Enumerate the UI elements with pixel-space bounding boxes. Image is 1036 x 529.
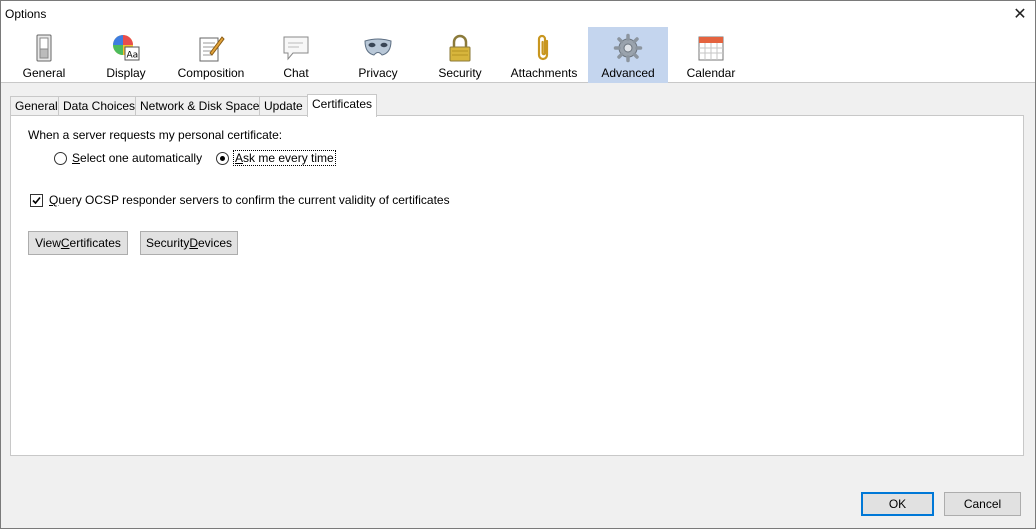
pane-label: Advanced: [601, 66, 655, 80]
close-button[interactable]: ✕: [1005, 1, 1035, 27]
radio-ask-every-time-label[interactable]: Ask me every time: [233, 150, 336, 166]
padlock-icon: [449, 34, 471, 62]
display-palette-icon: Aa: [113, 35, 140, 61]
calendar-icon: [698, 36, 724, 61]
close-icon: ✕: [1013, 6, 1027, 23]
security-devices-button[interactable]: Security Devices: [140, 231, 238, 255]
preferences-toolbar: General Aa Display Composition Chat Priv…: [1, 27, 1035, 83]
gear-icon: [613, 33, 643, 63]
tab-general[interactable]: General: [10, 96, 63, 116]
pane-security[interactable]: Security: [425, 27, 495, 83]
pane-display[interactable]: Aa Display: [91, 27, 161, 83]
window-title: Options: [5, 7, 47, 21]
pane-label: Chat: [283, 66, 309, 80]
tab-network-disk-space[interactable]: Network & Disk Space: [135, 96, 265, 116]
radio-select-automatically[interactable]: [54, 152, 67, 165]
pane-label: Calendar: [686, 66, 736, 80]
pane-label: Security: [438, 66, 482, 80]
view-certificates-button[interactable]: View Certificates: [28, 231, 128, 255]
privacy-mask-icon: [364, 38, 392, 56]
pane-label: Display: [106, 66, 146, 80]
pane-label: Privacy: [358, 66, 398, 80]
certificates-panel: When a server requests my personal certi…: [10, 115, 1024, 456]
title-bar: Options ✕: [1, 1, 1035, 27]
paperclip-icon: [537, 34, 549, 61]
pane-composition[interactable]: Composition: [173, 27, 249, 83]
pane-advanced[interactable]: Advanced: [588, 27, 668, 83]
pane-label: General: [22, 66, 66, 80]
radio-ask-every-time[interactable]: [216, 152, 229, 165]
radio-select-automatically-label[interactable]: Select one automatically: [72, 151, 202, 165]
ocsp-checkbox[interactable]: [30, 194, 43, 207]
checkmark-icon: [32, 196, 41, 205]
pane-calendar[interactable]: Calendar: [676, 27, 746, 83]
tab-update[interactable]: Update: [259, 96, 308, 116]
pane-label: Composition: [177, 66, 245, 80]
tab-data-choices[interactable]: Data Choices: [58, 96, 141, 116]
pane-chat[interactable]: Chat: [261, 27, 331, 83]
pane-label: Attachments: [510, 66, 578, 80]
pane-general[interactable]: General: [9, 27, 79, 83]
pane-attachments[interactable]: Attachments: [507, 27, 581, 83]
ocsp-checkbox-label[interactable]: Query OCSP responder servers to confirm …: [49, 193, 450, 207]
pane-privacy[interactable]: Privacy: [343, 27, 413, 83]
tab-certificates[interactable]: Certificates: [307, 94, 378, 117]
switch-icon: [36, 34, 52, 62]
composition-notepad-icon: [199, 36, 225, 62]
options-window: Options ✕ General Aa Display Composition…: [0, 0, 1036, 529]
svg-text:Aa: Aa: [127, 51, 139, 61]
cancel-button[interactable]: Cancel: [944, 492, 1021, 516]
certificate-request-label: When a server requests my personal certi…: [28, 128, 283, 142]
chat-bubble-icon: [283, 36, 309, 61]
ok-button[interactable]: OK: [861, 492, 934, 516]
